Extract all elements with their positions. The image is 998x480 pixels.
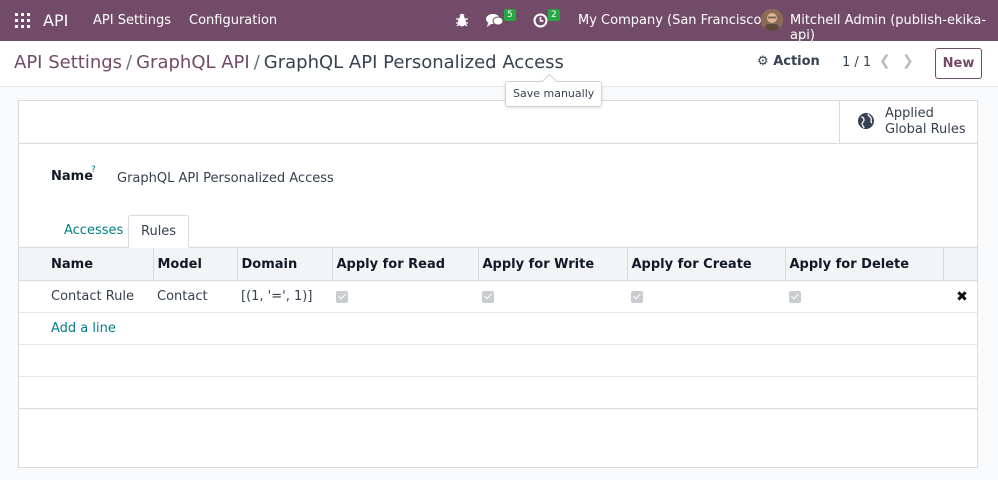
globe-icon: [857, 112, 875, 134]
table-row[interactable]: Contact Rule Contact [(1, '=', 1)] ✖: [19, 280, 977, 313]
app-name[interactable]: API: [43, 11, 68, 30]
stat-button-line1: Applied: [885, 106, 934, 121]
pager-next-icon[interactable]: ❯: [902, 53, 914, 69]
cell-model[interactable]: Contact: [153, 280, 237, 313]
apply-read-checkbox[interactable]: [336, 290, 348, 303]
breadcrumb: API Settings / GraphQL API / GraphQL API Per…: [14, 52, 564, 73]
messages-icon[interactable]: [486, 13, 504, 32]
column-header-domain[interactable]: Domain: [236, 247, 332, 281]
cell-apply-write: [478, 280, 627, 313]
column-header-model[interactable]: Model: [152, 247, 237, 281]
cell-apply-delete: [785, 280, 943, 313]
user-menu[interactable]: Mitchell Admin (publish-ekika-api): [790, 13, 998, 43]
table-header-row: Name Model Domain Apply for Read Apply f…: [19, 247, 977, 281]
cell-apply-read: [332, 280, 478, 313]
button-box: Applied Global Rules: [19, 101, 977, 144]
menu-api-settings[interactable]: API Settings: [93, 13, 171, 28]
name-help-tooltip[interactable]: ?: [91, 165, 96, 175]
tab-rules[interactable]: Rules: [128, 215, 190, 248]
new-record-button[interactable]: New: [935, 48, 982, 79]
cell-apply-create: [627, 280, 785, 313]
form-sheet: Applied Global Rules Name ? GraphQL API …: [18, 100, 978, 468]
debug-bug-icon[interactable]: [455, 12, 469, 32]
breadcrumb-api-settings[interactable]: API Settings: [14, 52, 122, 73]
column-header-apply-create[interactable]: Apply for Create: [626, 247, 785, 281]
pager-previous-icon[interactable]: ❮: [879, 53, 891, 69]
empty-row: [19, 376, 977, 409]
action-menu-button[interactable]: ⚙ Action: [757, 54, 820, 69]
empty-row: [19, 344, 977, 377]
add-line-link[interactable]: Add a line: [19, 312, 977, 345]
breadcrumb-current-record: GraphQL API Personalized Access: [263, 52, 564, 73]
top-navbar: API API Settings Configuration 5 2 My Co…: [0, 0, 998, 43]
control-panel: API Settings / GraphQL API / GraphQL API Per…: [0, 41, 998, 87]
user-avatar[interactable]: [761, 9, 783, 31]
add-line-row: Add a line: [19, 312, 977, 345]
column-header-actions: [942, 247, 977, 281]
cell-domain[interactable]: [(1, '=', 1)]: [237, 280, 332, 313]
company-switcher[interactable]: My Company (San Francisco): [578, 13, 766, 28]
apply-create-checkbox[interactable]: [631, 290, 643, 303]
column-header-apply-delete[interactable]: Apply for Delete: [784, 247, 943, 281]
activity-clock-icon[interactable]: [533, 13, 548, 32]
breadcrumb-graphql-api[interactable]: GraphQL API: [136, 52, 250, 73]
name-field[interactable]: GraphQL API Personalized Access: [117, 171, 334, 186]
messages-count-badge: 5: [504, 9, 516, 21]
menu-configuration[interactable]: Configuration: [189, 13, 277, 28]
column-header-name[interactable]: Name: [19, 247, 153, 281]
action-label: Action: [773, 54, 820, 69]
cell-name[interactable]: Contact Rule: [19, 280, 153, 313]
column-header-apply-write[interactable]: Apply for Write: [477, 247, 627, 281]
rules-table: Name Model Domain Apply for Read Apply f…: [19, 247, 977, 409]
stat-button-line2: Global Rules: [885, 122, 966, 137]
name-field-label: Name: [51, 169, 94, 184]
applied-global-rules-button[interactable]: Applied Global Rules: [839, 101, 977, 144]
activities-count-badge: 2: [548, 9, 560, 21]
apply-write-checkbox[interactable]: [482, 290, 494, 303]
apply-delete-checkbox[interactable]: [789, 290, 801, 303]
apps-menu-icon[interactable]: [15, 13, 30, 28]
save-manually-tooltip: Save manually: [505, 81, 603, 107]
pager-value[interactable]: 1 / 1: [842, 55, 871, 70]
delete-row-icon[interactable]: ✖: [943, 280, 977, 313]
tab-accesses[interactable]: Accesses: [52, 215, 135, 248]
column-header-apply-read[interactable]: Apply for Read: [331, 247, 478, 281]
gear-icon: ⚙: [757, 54, 769, 69]
